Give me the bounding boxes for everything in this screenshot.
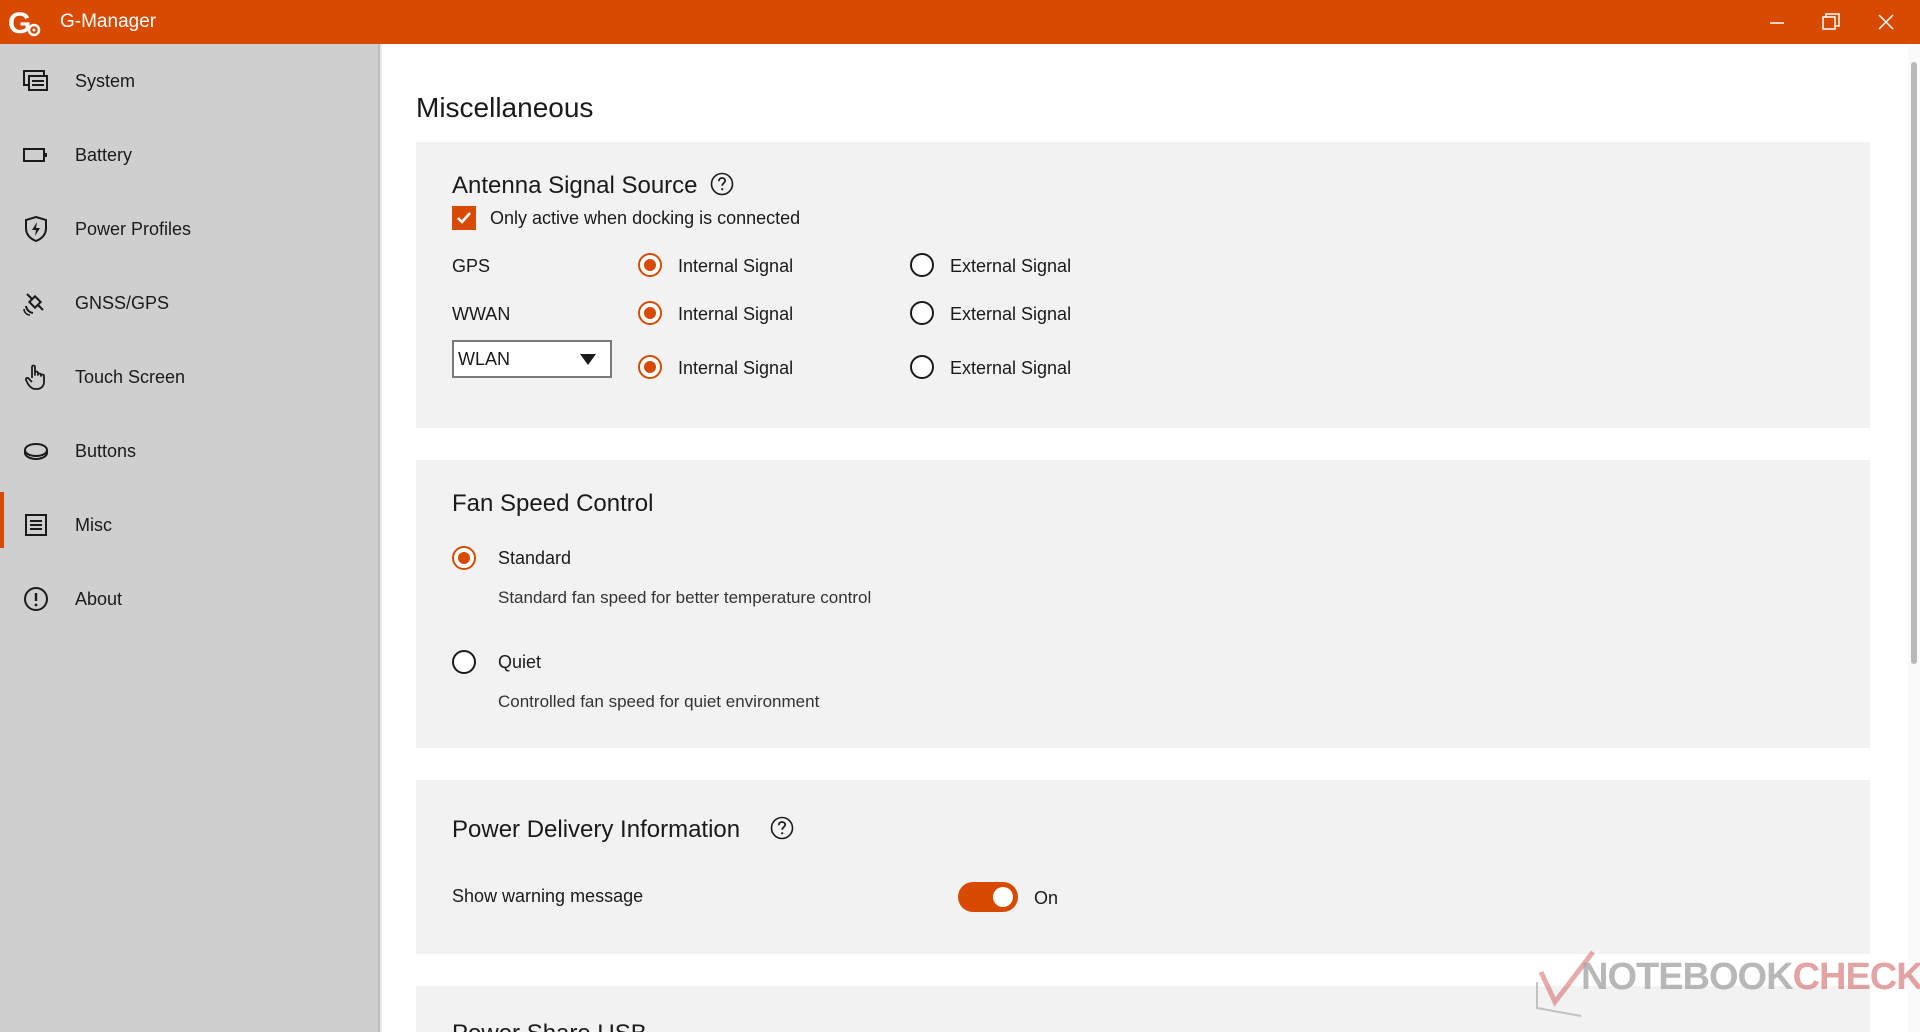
fan-quiet-label: Quiet	[498, 652, 542, 672]
warning-message-toggle[interactable]	[958, 882, 1018, 912]
sidebar-item-power-profiles[interactable]: Power Profiles	[0, 192, 378, 266]
restore-icon	[1822, 13, 1840, 30]
close-icon	[1878, 14, 1894, 30]
sidebar-item-label: Battery	[75, 144, 133, 165]
fan-standard-description: Standard fan speed for better temperatur…	[498, 588, 872, 607]
watermark: NOTEBOOKCHECK	[1535, 942, 1920, 1022]
fan-quiet-radio[interactable]	[452, 650, 476, 674]
svg-text:G: G	[8, 7, 31, 38]
fan-speed-card: Fan Speed Control Standard Standard fan …	[416, 460, 1870, 748]
wlan-internal-label: Internal Signal	[678, 358, 794, 378]
gps-external-radio[interactable]	[910, 253, 934, 277]
main-content: Miscellaneous Antenna Signal Source Only…	[382, 44, 1920, 1032]
satellite-icon	[22, 289, 50, 317]
app-logo-icon: G	[8, 7, 41, 38]
sidebar-item-buttons[interactable]: Buttons	[0, 414, 378, 488]
toggle-state-label: On	[1034, 888, 1059, 908]
wwan-internal-radio[interactable]	[638, 301, 662, 325]
antenna-section-title: Antenna Signal Source	[452, 172, 698, 199]
power-shield-icon	[22, 215, 50, 243]
close-button[interactable]	[1858, 0, 1914, 44]
scrollbar-thumb[interactable]	[1911, 62, 1917, 664]
watermark-text-prefix: NOTEBOOK	[1581, 956, 1794, 998]
list-icon	[22, 511, 50, 539]
page-title: Miscellaneous	[416, 92, 594, 123]
fan-quiet-description: Controlled fan speed for quiet environme…	[498, 692, 820, 711]
wlan-select[interactable]: WLAN	[452, 340, 612, 378]
power-delivery-card: Power Delivery Information Show warning …	[416, 780, 1870, 954]
sidebar-item-misc[interactable]: Misc	[0, 488, 378, 562]
sidebar-item-label: Misc	[75, 514, 112, 535]
docking-checkbox[interactable]	[452, 206, 476, 230]
gps-label: GPS	[452, 256, 491, 276]
wwan-internal-label: Internal Signal	[678, 304, 794, 324]
restore-button[interactable]	[1803, 0, 1859, 44]
wlan-external-label: External Signal	[950, 358, 1072, 378]
sidebar: System Battery Power Profiles GNSS/GPS T…	[0, 44, 380, 1032]
power-delivery-title: Power Delivery Information	[452, 816, 741, 843]
wwan-external-label: External Signal	[950, 304, 1072, 324]
minimize-icon	[1770, 22, 1784, 24]
fan-section-title: Fan Speed Control	[452, 490, 654, 517]
sidebar-item-label: About	[75, 588, 123, 609]
gps-internal-label: Internal Signal	[678, 256, 794, 276]
watermark-text: NOTEBOOKCHECK	[1581, 956, 1920, 999]
touch-hand-icon	[22, 363, 50, 391]
vertical-scrollbar[interactable]	[1908, 44, 1920, 1032]
buttons-icon	[22, 437, 50, 465]
sidebar-item-touch-screen[interactable]: Touch Screen	[0, 340, 378, 414]
info-icon	[22, 585, 50, 613]
fan-standard-radio[interactable]	[452, 546, 476, 570]
watermark-text-suffix: CHECK	[1792, 956, 1920, 998]
wlan-external-radio[interactable]	[910, 355, 934, 379]
fan-standard-label: Standard	[498, 548, 572, 568]
power-share-usb-title: Power Share USB	[452, 1020, 647, 1032]
wlan-select-value: WLAN	[458, 349, 511, 369]
sidebar-item-label: Power Profiles	[75, 218, 192, 239]
system-icon	[22, 67, 50, 95]
sidebar-item-label: Buttons	[75, 440, 137, 461]
help-icon[interactable]	[770, 816, 794, 840]
sidebar-item-label: System	[75, 70, 136, 91]
help-icon[interactable]	[710, 172, 734, 196]
docking-checkbox-label: Only active when docking is connected	[490, 208, 801, 228]
warning-message-label: Show warning message	[452, 886, 644, 906]
sidebar-item-gnss-gps[interactable]: GNSS/GPS	[0, 266, 378, 340]
gps-external-label: External Signal	[950, 256, 1072, 276]
minimize-button[interactable]	[1749, 0, 1805, 44]
antenna-signal-card: Antenna Signal Source Only active when d…	[416, 142, 1870, 428]
wlan-internal-radio[interactable]	[638, 355, 662, 379]
gps-internal-radio[interactable]	[638, 253, 662, 277]
battery-icon	[22, 141, 50, 169]
checkmark-icon	[457, 212, 471, 224]
app-title: G-Manager	[60, 11, 157, 32]
sidebar-item-about[interactable]: About	[0, 562, 378, 636]
sidebar-item-label: GNSS/GPS	[75, 292, 170, 313]
sidebar-item-label: Touch Screen	[75, 366, 186, 387]
wwan-external-radio[interactable]	[910, 301, 934, 325]
dropdown-arrow-icon	[580, 354, 596, 365]
toggle-knob	[993, 887, 1013, 907]
sidebar-item-system[interactable]: System	[0, 44, 378, 118]
wwan-label: WWAN	[452, 304, 511, 324]
sidebar-item-battery[interactable]: Battery	[0, 118, 378, 192]
title-bar: G G-Manager	[0, 0, 1920, 44]
